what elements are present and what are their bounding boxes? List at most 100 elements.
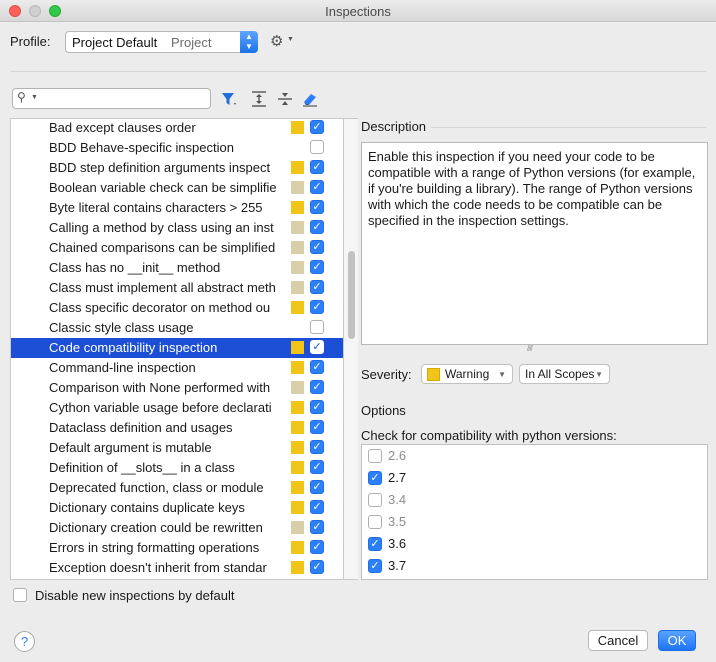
tree-scrollbar[interactable] [344,118,358,580]
inspection-enabled-checkbox[interactable]: ✓ [310,220,324,234]
inspection-row[interactable]: Command-line inspection ✓ [11,358,343,378]
python-version-checkbox[interactable]: ✓ [368,559,382,573]
inspection-row[interactable]: Definition of __slots__ in a class ✓ [11,458,343,478]
inspection-enabled-checkbox[interactable]: ✓ [310,160,324,174]
gear-icon[interactable]: ⚙ [270,32,283,50]
disable-new-inspections-checkbox[interactable] [13,588,27,602]
inspection-enabled-checkbox[interactable]: ✓ [310,200,324,214]
profile-row: Profile: Project Default Project ▲ ▼ ⚙ ▼ [10,31,310,53]
python-versions-list[interactable]: 2.6 ✓ 2.7 3.4 3.5 ✓ 3.6 ✓ 3.7 [361,444,708,580]
inspection-row[interactable]: Class must implement all abstract meth ✓ [11,278,343,298]
inspection-enabled-checkbox[interactable]: ✓ [310,120,324,134]
collapse-all-icon[interactable] [276,90,294,108]
inspection-enabled-checkbox[interactable]: ✓ [310,260,324,274]
search-input[interactable] [41,91,206,106]
severity-swatch-icon [291,201,304,214]
python-version-option[interactable]: ✓ 3.7 [362,555,702,577]
help-button[interactable]: ? [14,631,35,652]
profile-scope: Project [171,35,212,50]
inspection-label: Chained comparisons can be simplified [49,240,276,255]
inspection-row[interactable]: BDD step definition arguments inspect ✓ [11,158,343,178]
inspection-row[interactable]: Deprecated function, class or module ✓ [11,478,343,498]
inspection-row[interactable]: Classic style class usage [11,318,343,338]
python-version-option[interactable]: 3.4 [362,489,702,511]
disable-new-inspections-row[interactable]: Disable new inspections by default [13,587,313,605]
severity-swatch-icon [291,121,304,134]
gear-menu-caret-icon[interactable]: ▼ [287,36,294,43]
inspection-enabled-checkbox[interactable]: ✓ [310,440,324,454]
severity-swatch-icon [291,161,304,174]
reset-to-default-icon[interactable] [301,90,319,108]
inspection-enabled-checkbox[interactable] [310,140,324,154]
inspection-row[interactable]: Calling a method by class using an inst ✓ [11,218,343,238]
inspection-row[interactable]: BDD Behave-specific inspection [11,138,343,158]
python-version-checkbox[interactable] [368,493,382,507]
inspection-row[interactable]: Class has no __init__ method ✓ [11,258,343,278]
inspection-row[interactable]: Byte literal contains characters > 255 ✓ [11,198,343,218]
scope-dropdown[interactable]: In All Scopes ▼ [519,364,610,384]
inspection-enabled-checkbox[interactable] [310,320,324,334]
inspection-row[interactable]: Cython variable usage before declarati ✓ [11,398,343,418]
inspection-enabled-checkbox[interactable]: ✓ [310,540,324,554]
severity-dropdown[interactable]: Warning ▼ [421,364,513,384]
profile-dropdown[interactable]: Project Default Project ▲ ▼ [65,31,258,53]
disable-new-inspections-label: Disable new inspections by default [35,588,235,603]
search-icon[interactable]: ⚲ [17,90,26,104]
resize-grip-icon[interactable]: //// [527,344,533,353]
inspection-row[interactable]: Errors in string formatting operations ✓ [11,538,343,558]
python-version-option[interactable]: ✓ 3.6 [362,533,702,555]
python-version-checkbox[interactable] [368,449,382,463]
severity-swatch-icon [291,381,304,394]
search-field[interactable]: ⚲ ▼ [12,88,211,109]
inspection-enabled-checkbox[interactable]: ✓ [310,560,324,574]
inspection-row[interactable]: Dictionary creation could be rewritten ✓ [11,518,343,538]
inspection-row[interactable]: Chained comparisons can be simplified ✓ [11,238,343,258]
inspection-enabled-checkbox[interactable]: ✓ [310,520,324,534]
inspection-enabled-checkbox[interactable]: ✓ [310,360,324,374]
python-version-checkbox[interactable] [368,515,382,529]
inspection-row[interactable]: Class specific decorator on method ou ✓ [11,298,343,318]
tree-scrollbar-thumb[interactable] [348,251,355,339]
chevron-down-icon: ▼ [595,370,603,379]
inspection-row[interactable]: Boolean variable check can be simplifie ✓ [11,178,343,198]
description-text: Enable this inspection if you need your … [361,142,708,345]
inspection-enabled-checkbox[interactable]: ✓ [310,400,324,414]
inspection-enabled-checkbox[interactable]: ✓ [310,380,324,394]
chevron-down-icon: ▼ [498,370,506,379]
profile-dropdown-arrow-icon[interactable]: ▲ ▼ [240,31,258,53]
python-version-option[interactable]: 3.5 [362,511,702,533]
search-history-caret-icon[interactable]: ▼ [31,94,38,101]
python-version-checkbox[interactable]: ✓ [368,471,382,485]
python-version-option[interactable]: 2.6 [362,445,702,467]
inspection-row[interactable]: Exception doesn't inherit from standar ✓ [11,558,343,578]
inspection-enabled-checkbox[interactable]: ✓ [310,180,324,194]
inspection-row[interactable]: Default argument is mutable ✓ [11,438,343,458]
inspection-row[interactable]: Dictionary contains duplicate keys ✓ [11,498,343,518]
inspection-row[interactable]: Code compatibility inspection ✓ [11,338,343,358]
inspection-row[interactable]: Comparison with None performed with ✓ [11,378,343,398]
cancel-button[interactable]: Cancel [588,630,648,651]
inspection-enabled-checkbox[interactable]: ✓ [310,300,324,314]
title-bar: Inspections [0,0,716,22]
inspection-enabled-checkbox[interactable]: ✓ [310,420,324,434]
python-version-checkbox[interactable]: ✓ [368,537,382,551]
inspection-enabled-checkbox[interactable]: ✓ [310,460,324,474]
expand-all-icon[interactable] [250,90,268,108]
inspection-enabled-checkbox[interactable]: ✓ [310,240,324,254]
inspection-enabled-checkbox[interactable]: ✓ [310,500,324,514]
inspection-label: Byte literal contains characters > 255 [49,200,263,215]
inspection-enabled-checkbox[interactable]: ✓ [310,280,324,294]
options-heading: Options [361,403,406,418]
inspection-row[interactable]: Bad except clauses order ✓ [11,119,343,138]
inspection-enabled-checkbox[interactable]: ✓ [310,340,324,354]
inspection-enabled-checkbox[interactable]: ✓ [310,480,324,494]
inspection-label: Dataclass definition and usages [49,420,233,435]
inspections-tree[interactable]: Bad except clauses order ✓ BDD Behave-spec… [10,118,344,580]
inspection-label: Command-line inspection [49,360,196,375]
inspection-label: Default argument is mutable [49,440,212,455]
python-version-option[interactable]: ✓ 2.7 [362,467,702,489]
ok-button[interactable]: OK [658,630,696,651]
filter-icon[interactable] [220,90,238,108]
inspection-row[interactable]: Dataclass definition and usages ✓ [11,418,343,438]
inspection-label: Class specific decorator on method ou [49,300,271,315]
